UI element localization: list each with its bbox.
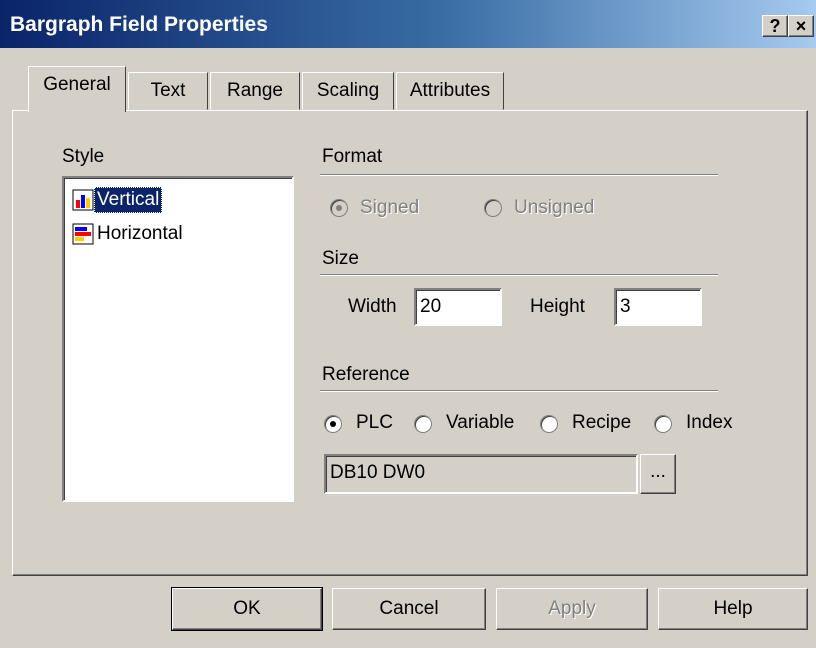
format-label: Format xyxy=(322,146,383,167)
window-title: Bargraph Field Properties xyxy=(10,13,268,36)
title-bar: Bargraph Field Properties ? × xyxy=(0,0,816,48)
unsigned-radio[interactable] xyxy=(484,199,502,217)
browse-button[interactable]: ... xyxy=(640,454,676,494)
width-field[interactable]: 20 xyxy=(414,288,502,326)
reference-label: Reference xyxy=(322,364,410,385)
recipe-label: Recipe xyxy=(572,412,632,433)
size-divider xyxy=(320,274,718,276)
plc-radio[interactable] xyxy=(324,415,342,433)
height-label: Height xyxy=(530,296,585,317)
recipe-radio[interactable] xyxy=(540,415,558,433)
height-field[interactable]: 3 xyxy=(614,288,702,326)
cancel-button[interactable]: Cancel xyxy=(332,588,486,630)
width-label: Width xyxy=(348,296,397,317)
index-radio[interactable] xyxy=(654,415,672,433)
help-button[interactable]: Help xyxy=(658,588,808,630)
size-label: Size xyxy=(322,248,359,269)
context-help-button[interactable]: ? xyxy=(762,15,788,37)
vertical-bargraph-icon xyxy=(72,189,94,211)
list-item-vertical[interactable]: Vertical xyxy=(72,186,163,214)
tab-text[interactable]: Text xyxy=(128,72,208,110)
tab-attributes[interactable]: Attributes xyxy=(396,72,504,110)
index-label: Index xyxy=(686,412,733,433)
style-label: Style xyxy=(62,146,105,167)
ok-button[interactable]: OK xyxy=(171,587,323,631)
reference-divider xyxy=(320,390,718,392)
plc-label: PLC xyxy=(356,412,393,433)
variable-label: Variable xyxy=(446,412,515,433)
close-button[interactable]: × xyxy=(788,15,814,37)
style-listbox[interactable]: Vertical Horizontal xyxy=(62,176,294,502)
list-item-label: Horizontal xyxy=(97,223,183,244)
list-item-label: Vertical xyxy=(94,187,163,213)
signed-label: Signed xyxy=(360,197,420,218)
tab-scaling[interactable]: Scaling xyxy=(302,72,394,110)
horizontal-bargraph-icon xyxy=(72,223,94,245)
list-item-horizontal[interactable]: Horizontal xyxy=(72,220,186,248)
reference-address-field[interactable]: DB10 DW0 xyxy=(324,454,638,494)
signed-radio[interactable] xyxy=(330,199,348,217)
apply-button[interactable]: Apply xyxy=(496,588,648,630)
tab-general[interactable]: General xyxy=(28,66,126,112)
format-divider xyxy=(320,174,718,176)
variable-radio[interactable] xyxy=(414,415,432,433)
unsigned-label: Unsigned xyxy=(514,197,595,218)
tab-range[interactable]: Range xyxy=(210,72,300,110)
